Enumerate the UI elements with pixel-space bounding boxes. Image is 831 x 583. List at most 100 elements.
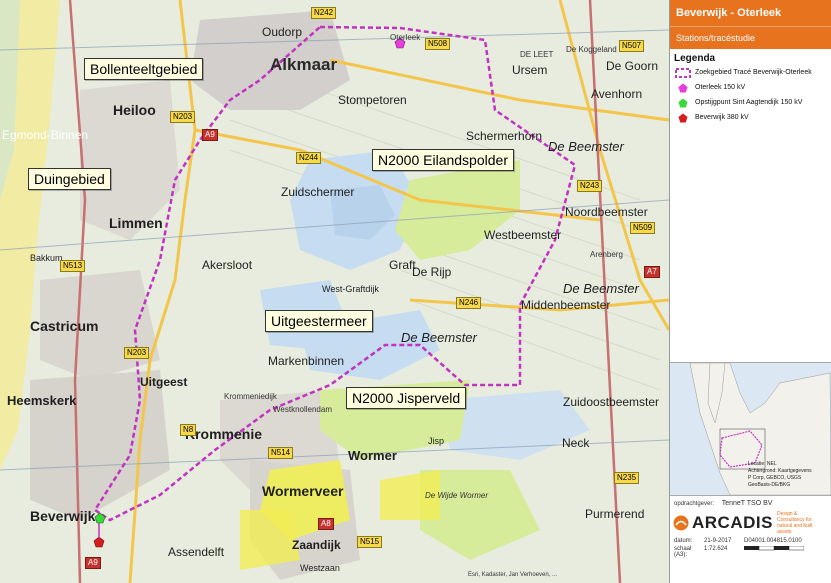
place-heemskerk: Heemskerk — [7, 393, 77, 408]
client-label: opdrachtgever: — [674, 501, 715, 507]
callout-n2000-eilandspolder: N2000 Eilandspolder — [372, 149, 514, 171]
legend-label: Oterleek 150 kV — [695, 84, 746, 91]
place-oudorp: Oudorp — [262, 25, 303, 39]
road-n242: N242 — [311, 7, 337, 19]
place-arenberg: Arenberg — [590, 250, 623, 259]
place-zaandijk: Zaandijk — [292, 538, 341, 552]
place-uitgeest: Uitgeest — [140, 375, 188, 389]
place-alkmaar: Alkmaar — [270, 55, 338, 74]
place-bakkum: Bakkum — [30, 253, 63, 263]
client-name: TenneT TSO BV — [721, 500, 773, 507]
road-n508: N508 — [425, 38, 451, 50]
place-middenbeemster: Middenbeemster — [521, 298, 611, 312]
road-n235: N235 — [614, 472, 640, 484]
company-logo: ARCADIS Design & Consultancy for natural… — [670, 507, 831, 537]
place-heiloo: Heiloo — [113, 102, 156, 118]
place-de-goorn: De Goorn — [606, 59, 659, 73]
inset-credit-3: P Corp, GEBCO, USGS — [748, 475, 802, 481]
place-assendelft: Assendelft — [168, 545, 225, 559]
legend-item-sint-aagtendijk: Opstijgpunt Sint Aagtendijk 150 kV — [670, 95, 831, 110]
road-n513: N513 — [60, 260, 86, 272]
place-de-leet: DE LEET — [520, 50, 554, 59]
road-n203-north: N203 — [170, 111, 196, 123]
place-wormer: Wormer — [348, 448, 397, 463]
road-n244: N244 — [296, 152, 322, 164]
callout-duingebied: Duingebied — [28, 168, 111, 190]
road-n243: N243 — [577, 180, 603, 192]
road-a9-north: A9 — [202, 129, 218, 141]
date-value: 21-9-2017 — [704, 538, 732, 544]
company-tagline: Design & Consultancy for natural and bui… — [776, 511, 813, 535]
place-de-beemster-c: De Beemster — [401, 330, 477, 345]
dashed-outline-icon — [674, 67, 692, 79]
place-de-beemster-e: De Beemster — [563, 281, 639, 296]
place-stompetoren: Stompetoren — [338, 93, 407, 107]
road-a9-south: A9 — [85, 557, 101, 569]
date-row: datum: 21-9-2017 D04001.004815.0100 — [670, 537, 831, 545]
callout-bollenteeltgebied: Bollenteeltgebied — [84, 58, 204, 80]
legend-item-oterleek: Oterleek 150 kV — [670, 80, 831, 95]
arcadis-logo-icon — [673, 515, 689, 531]
place-beverwijk: Beverwijk — [30, 508, 96, 524]
road-n203-south: N203 — [124, 347, 150, 359]
road-n515: N515 — [357, 536, 383, 548]
place-akersloot: Akersloot — [202, 258, 253, 272]
inset-credit-4: GeoBasis-DE/BKG — [748, 482, 791, 488]
scale-row: schaal (A3): 1:72.624 — [670, 545, 831, 559]
road-n509: N509 — [630, 222, 656, 234]
client-row: opdrachtgever: TenneT TSO BV — [670, 496, 831, 507]
road-n514: N514 — [268, 447, 294, 459]
scale-bar — [744, 545, 805, 558]
company-name: ARCADIS — [692, 513, 773, 532]
pentagon-icon — [674, 82, 692, 94]
road-n246: N246 — [456, 297, 482, 309]
map-subtitle: Stations/tracéstudie — [670, 26, 831, 49]
inset-credit-2: Achtergrond: Kaartgegevens — [748, 468, 812, 474]
footer-block: opdrachtgever: TenneT TSO BV ARCADIS Des… — [670, 496, 831, 583]
place-schermerhorn: Schermerhorn — [466, 129, 543, 143]
place-de-koggeland: De Koggeland — [566, 45, 617, 54]
place-purmerend: Purmerend — [585, 507, 645, 521]
map-title: Beverwijk - Oterleek — [670, 0, 831, 26]
place-ursem: Ursem — [512, 63, 548, 77]
place-westbeemster: Westbeemster — [484, 228, 562, 242]
overview-inset-map: Locatie: NEL Achtergrond: Kaartgegevens … — [670, 362, 831, 496]
callout-n2000-jisperveld: N2000 Jisperveld — [346, 387, 467, 409]
place-westzaan: Westzaan — [300, 563, 340, 573]
road-a7: A7 — [644, 266, 660, 278]
legend-item-beverwijk: Beverwijk 380 kV — [670, 110, 831, 125]
inset-credit-1: Locatie: NEL — [748, 461, 777, 467]
place-west-graftdijk: West-Graftdijk — [322, 284, 379, 294]
callout-uitgeestermeer: Uitgeestermeer — [265, 310, 373, 332]
place-wormerveer: Wormerveer — [262, 483, 344, 499]
place-markenbinnen: Markenbinnen — [268, 354, 345, 368]
pentagon-icon — [674, 112, 692, 124]
side-panel: Beverwijk - Oterleek Stations/tracéstudi… — [670, 0, 831, 583]
place-limmen: Limmen — [109, 215, 163, 231]
place-de-beemster-ne: De Beemster — [548, 139, 624, 154]
place-de-wijde-wormer: De Wijde Wormer — [425, 491, 489, 500]
scale-value: 1:72.624 — [704, 546, 728, 552]
map-view[interactable]: Alkmaar Heiloo Limmen Castricum Heemsker… — [0, 0, 670, 583]
road-n8: N8 — [180, 424, 197, 436]
pentagon-icon — [674, 97, 692, 109]
project-code: D04001.004815.0100 — [744, 538, 802, 544]
place-avenhorn: Avenhorn — [591, 87, 643, 101]
road-n507: N507 — [619, 40, 645, 52]
place-krommenie: Krommenie — [185, 426, 263, 442]
map-attribution: Esri, Kadaster, Jan Verhoeven, ... — [468, 572, 558, 578]
place-krommeniedijk: Krommeniedijk — [224, 392, 277, 401]
place-de-rijp: De Rijp — [412, 265, 452, 279]
date-label: datum: — [674, 538, 693, 544]
place-noordbeemster: Noordbeemster — [565, 205, 648, 219]
road-a8: A8 — [318, 518, 334, 530]
place-zuidschermer: Zuidschermer — [281, 185, 355, 199]
place-egmond-binnen: Egmond-Binnen — [2, 128, 89, 142]
place-oterleek: Oterleek — [390, 33, 421, 42]
place-neck: Neck — [562, 436, 590, 450]
legend-label: Beverwijk 380 kV — [695, 114, 749, 121]
place-castricum: Castricum — [30, 318, 99, 334]
place-jisp: Jisp — [428, 436, 445, 446]
legend-title: Legenda — [674, 53, 716, 64]
place-zuidoostbeemster: Zuidoostbeemster — [563, 395, 660, 409]
